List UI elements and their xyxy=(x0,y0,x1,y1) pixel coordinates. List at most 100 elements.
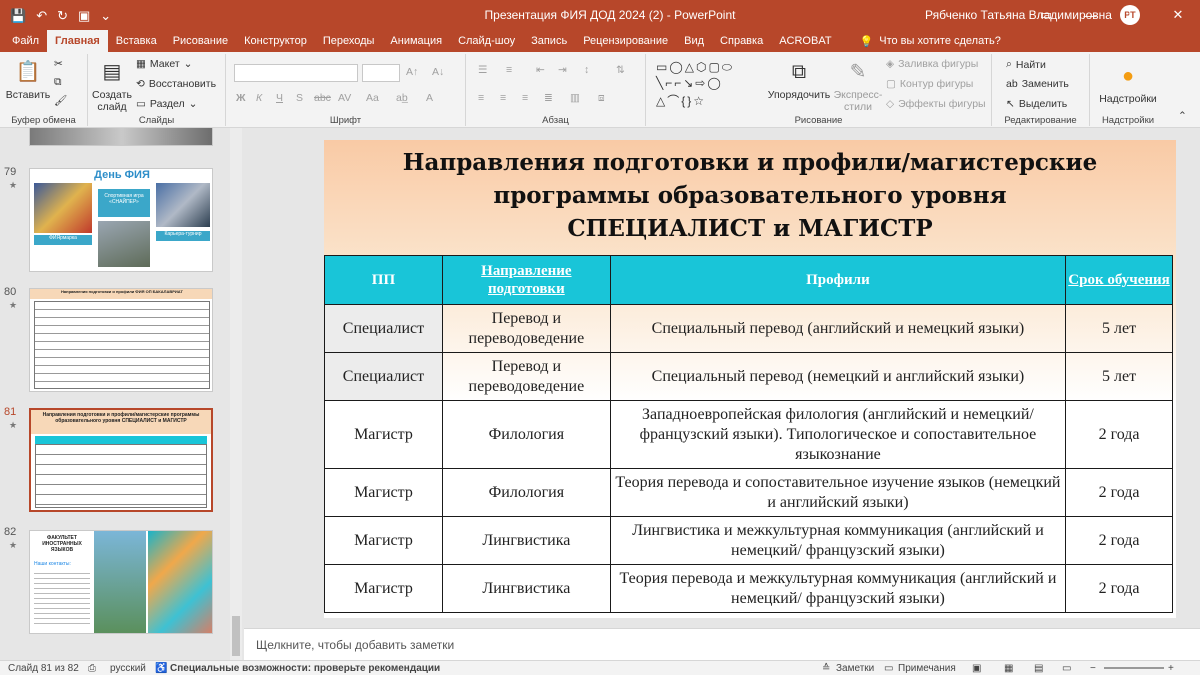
thumbnails-scrollbar[interactable] xyxy=(230,128,242,660)
thumbnail-slide-78[interactable] xyxy=(29,128,213,146)
tab-view[interactable]: Вид xyxy=(676,30,712,52)
thumbnail-slide-82[interactable]: ФАКУЛЬТЕТ ИНОСТРАННЫХ ЯЗЫКОВ Наши контак… xyxy=(29,530,213,634)
minimize-icon[interactable]: — xyxy=(1068,0,1112,30)
reset-button[interactable]: ⟲ Восстановить xyxy=(136,78,216,90)
programs-table[interactable]: ПП Направление подготовки Профили Срок о… xyxy=(324,255,1173,613)
tell-me-search[interactable]: 💡 Что вы хотите сделать? xyxy=(852,30,1009,52)
decrease-font-icon[interactable]: A↓ xyxy=(432,66,444,78)
tab-slideshow[interactable]: Слайд-шоу xyxy=(450,30,523,52)
underline-button[interactable]: Ч xyxy=(276,92,283,104)
cursor-icon: ↖ xyxy=(1006,98,1015,110)
spellcheck-icon[interactable]: ⎙ xyxy=(88,663,96,674)
tab-record[interactable]: Запись xyxy=(523,30,575,52)
cell-level: Специалист xyxy=(324,352,443,401)
paste-button[interactable]: 📋 Вставить xyxy=(4,58,52,101)
redo-icon[interactable]: ↻ xyxy=(57,9,68,22)
thumbnail-slide-81[interactable]: Направления подготовки и профили/магисте… xyxy=(29,408,213,512)
font-family-combo[interactable] xyxy=(234,64,358,82)
slide-title[interactable]: Направления подготовки и профили/магисте… xyxy=(324,146,1176,245)
current-slide[interactable]: Направления подготовки и профили/магисте… xyxy=(324,140,1176,618)
notes-toggle[interactable]: Заметки xyxy=(836,663,874,674)
zoom-in-icon[interactable]: + xyxy=(1168,663,1174,674)
shadow-button[interactable]: S xyxy=(296,92,303,104)
increase-font-icon[interactable]: A↑ xyxy=(406,66,418,78)
tab-file[interactable]: Файл xyxy=(4,30,47,52)
align-left-icon[interactable]: ≡ xyxy=(478,92,484,104)
shape-outline-button[interactable]: ▢ Контур фигуры xyxy=(886,78,973,90)
maximize-icon[interactable]: ☐ xyxy=(1112,0,1156,30)
zoom-out-icon[interactable]: − xyxy=(1090,663,1096,674)
strikethrough-button[interactable]: abc xyxy=(314,92,331,104)
thumbnail-table xyxy=(35,444,207,508)
bold-button[interactable]: Ж xyxy=(236,92,246,104)
align-right-icon[interactable]: ≡ xyxy=(522,92,528,104)
find-button[interactable]: ⌕ Найти xyxy=(1006,58,1046,71)
cut-icon[interactable]: ✂ xyxy=(54,58,63,70)
new-slide-button[interactable]: ▤ Создать слайд xyxy=(92,58,132,113)
drawing-group: ▭◯△⬡▢⬭ ╲⌐⌐↘⇨◯ △⌒{}☆ ⧉ Упорядочить ✎ Эксп… xyxy=(646,54,992,126)
qat-customize-icon[interactable]: ⌄ xyxy=(100,9,111,22)
replace-label: Заменить xyxy=(1021,78,1069,90)
lines-gallery-icon[interactable]: ╲⌐⌐↘⇨◯ xyxy=(656,76,723,90)
shapes-gallery-icon[interactable]: ▭◯△⬡▢⬭ xyxy=(656,60,734,75)
tab-transitions[interactable]: Переходы xyxy=(315,30,383,52)
section-button[interactable]: ▭ Раздел ⌄ xyxy=(136,98,197,110)
zoom-slider[interactable] xyxy=(1104,667,1164,669)
tab-acrobat[interactable]: ACROBAT xyxy=(771,30,839,52)
shape-effects-button[interactable]: ◇ Эффекты фигуры xyxy=(886,98,986,110)
line-spacing-icon[interactable]: ↕ xyxy=(584,64,589,76)
tab-animations[interactable]: Анимация xyxy=(382,30,450,52)
justify-icon[interactable]: ≣ xyxy=(544,92,553,104)
font-color-icon[interactable]: A xyxy=(426,92,433,104)
thumbnail-slide-79[interactable]: День ФИЯ Спортивная игра «СНАЙПЕР» ФИЯрм… xyxy=(29,168,213,272)
thumbnail-caption: ФИЯрмарка xyxy=(34,235,92,245)
language-indicator[interactable]: русский xyxy=(110,663,146,674)
quick-styles-button[interactable]: ✎ Экспресс-стили xyxy=(834,58,883,113)
close-icon[interactable]: ✕ xyxy=(1156,0,1200,30)
text-direction-icon[interactable]: ⇅ xyxy=(616,64,625,76)
indent-increase-icon[interactable]: ⇥ xyxy=(558,64,567,76)
comments-toggle[interactable]: Примечания xyxy=(898,663,956,674)
addins-button[interactable]: ● Надстройки xyxy=(1096,62,1160,105)
align-center-icon[interactable]: ≡ xyxy=(500,92,506,104)
highlight-icon[interactable]: ab̲ xyxy=(396,92,408,104)
notes-pane[interactable]: Щелкните, чтобы добавить заметки xyxy=(244,628,1200,660)
tab-insert[interactable]: Вставка xyxy=(108,30,165,52)
undo-icon[interactable]: ↶ xyxy=(36,9,47,22)
smartart-icon[interactable]: ⧈ xyxy=(598,92,605,105)
columns-icon[interactable]: ▥ xyxy=(570,92,580,104)
font-size-combo[interactable] xyxy=(362,64,400,82)
format-painter-icon[interactable]: 🖌 xyxy=(54,94,67,107)
slideshow-view-icon[interactable]: ▭ xyxy=(1062,663,1071,674)
tab-help[interactable]: Справка xyxy=(712,30,771,52)
change-case-button[interactable]: Aa xyxy=(366,92,379,104)
copy-icon[interactable]: ⧉ xyxy=(54,76,62,89)
shape-fill-button[interactable]: ◈ Заливка фигуры xyxy=(886,58,978,70)
arrows-gallery-icon[interactable]: △⌒{}☆ xyxy=(656,92,706,109)
italic-button[interactable]: К xyxy=(256,92,262,104)
tab-design[interactable]: Конструктор xyxy=(236,30,315,52)
normal-view-icon[interactable]: ▣ xyxy=(972,663,981,674)
layout-button[interactable]: ▦ Макет ⌄ xyxy=(136,58,192,70)
cell-level: Магистр xyxy=(324,400,443,469)
thumbnail-number: 82 xyxy=(4,526,17,538)
reading-view-icon[interactable]: ▤ xyxy=(1034,663,1043,674)
indent-decrease-icon[interactable]: ⇤ xyxy=(536,64,545,76)
ribbon-display-icon[interactable]: ▭ xyxy=(1024,0,1068,30)
slide-sorter-icon[interactable]: ▦ xyxy=(1004,663,1013,674)
thumbnail-slide-80[interactable]: Направления подготовки и профили ФИЯ ОП … xyxy=(29,288,213,392)
tab-review[interactable]: Рецензирование xyxy=(575,30,676,52)
replace-button[interactable]: ab Заменить xyxy=(1006,78,1069,90)
tab-draw[interactable]: Рисование xyxy=(165,30,236,52)
presentation-start-icon[interactable]: ▣ xyxy=(78,9,90,22)
collapse-ribbon-icon[interactable]: ⌃ xyxy=(1178,110,1187,122)
tab-home[interactable]: Главная xyxy=(47,30,108,52)
char-spacing-button[interactable]: AV xyxy=(338,92,351,104)
bullets-icon[interactable]: ☰ xyxy=(478,64,487,76)
numbering-icon[interactable]: ≡ xyxy=(506,64,512,76)
scrollbar-thumb[interactable] xyxy=(232,616,240,656)
accessibility-status[interactable]: Специальные возможности: проверьте реком… xyxy=(170,663,440,674)
arrange-button[interactable]: ⧉ Упорядочить xyxy=(766,58,832,101)
select-button[interactable]: ↖ Выделить xyxy=(1006,98,1067,110)
save-icon[interactable]: 💾 xyxy=(10,9,26,22)
